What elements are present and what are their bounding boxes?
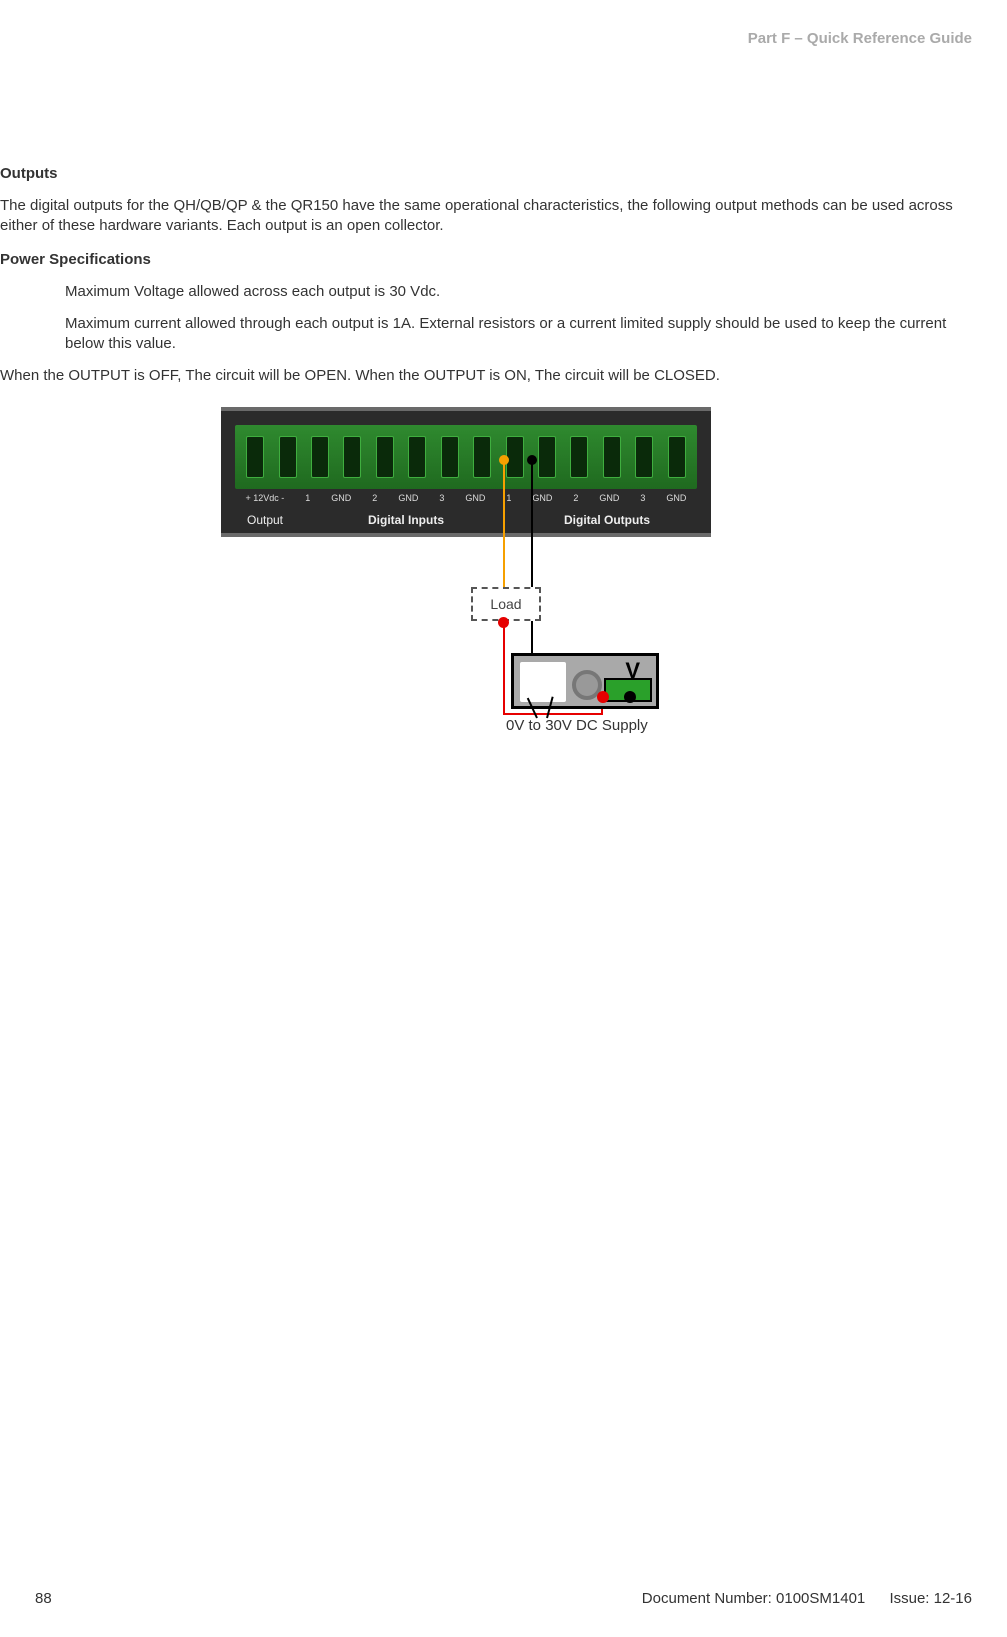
pin-label: 1 [506,493,511,503]
pin-label: 2 [372,493,377,503]
output-state-paragraph: When the OUTPUT is OFF, The circuit will… [0,366,972,386]
wire-red [503,713,603,715]
page-content: Outputs The digital outputs for the QH/Q… [0,165,1007,757]
outputs-heading: Outputs [0,165,972,182]
connector-strip [235,425,697,489]
load-box: Load [471,587,541,621]
terminal-slot [538,436,556,478]
pin-label: + 12Vdc - [246,493,285,503]
pin-label: 1 [305,493,310,503]
terminal-slot [311,436,329,478]
terminal-slot [473,436,491,478]
outputs-paragraph: The digital outputs for the QH/QB/QP & t… [0,196,972,237]
pin-label: GND [599,493,619,503]
section-label-digital-inputs: Digital Inputs [295,513,517,527]
page-header-part: Part F – Quick Reference Guide [748,30,972,47]
terminal-slot [246,436,264,478]
pin-label: GND [398,493,418,503]
terminal-slot [441,436,459,478]
terminal-slot [668,436,686,478]
pin-label: GND [465,493,485,503]
pin-label: 3 [640,493,645,503]
terminal-block: + 12Vdc - 1 GND 2 GND 3 GND 1 GND 2 GND … [221,407,711,537]
terminal-slot [376,436,394,478]
pin-label: 2 [573,493,578,503]
terminal-slot [603,436,621,478]
wiring-diagram: + 12Vdc - 1 GND 2 GND 3 GND 1 GND 2 GND … [0,407,972,757]
spec-current: Maximum current allowed through each out… [65,314,972,355]
page-footer: 88 Document Number: 0100SM1401 Issue: 12… [35,1590,972,1607]
meter-dial-icon [520,662,566,702]
pin-label: 3 [439,493,444,503]
terminal-slot [635,436,653,478]
spec-voltage: Maximum Voltage allowed across each outp… [65,282,972,302]
terminal-slot [279,436,297,478]
meter-red-terminal [597,691,609,703]
section-label-output: Output [235,513,295,527]
terminal-slot [570,436,588,478]
pin-label: GND [666,493,686,503]
terminal-slot [408,436,426,478]
supply-caption: 0V to 30V DC Supply [506,717,648,734]
dc-supply-meter: V + - [511,653,659,709]
meter-black-terminal [624,691,636,703]
power-specs-heading: Power Specifications [0,251,972,268]
section-labels-row: Output Digital Inputs Digital Outputs [235,513,697,527]
terminal-slot [343,436,361,478]
pin-label: GND [331,493,351,503]
wire-black [531,459,533,659]
wire-red [503,620,505,715]
pin-label: GND [532,493,552,503]
pin-labels-row: + 12Vdc - 1 GND 2 GND 3 GND 1 GND 2 GND … [235,493,697,503]
doc-number: Document Number: 0100SM1401 [642,1590,865,1607]
section-label-digital-outputs: Digital Outputs [517,513,697,527]
issue-number: Issue: 12-16 [889,1590,972,1607]
wire-orange [503,459,505,589]
page-number: 88 [35,1590,52,1607]
